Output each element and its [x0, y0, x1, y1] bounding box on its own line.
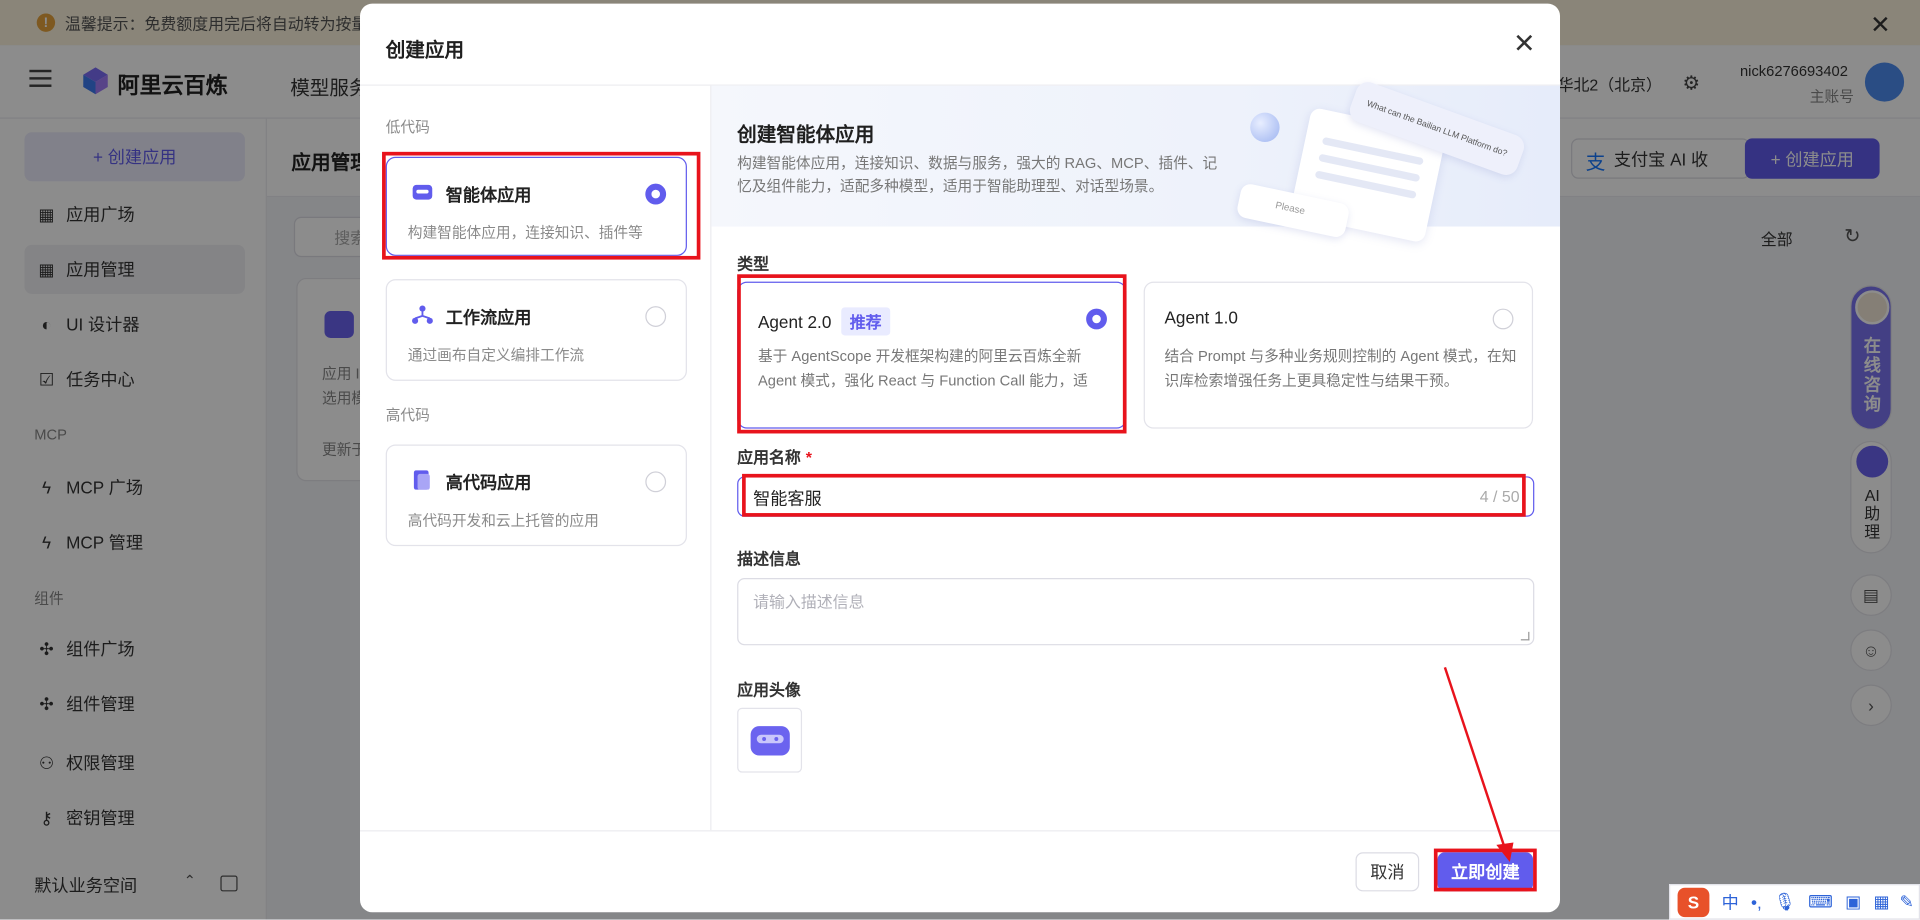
ime-lang[interactable]: 中 [1722, 890, 1739, 914]
annotation-arrow [1443, 666, 1514, 863]
punctuation-icon[interactable]: •, [1751, 892, 1762, 912]
ime-toolbar[interactable]: S 中 •, 🎙 ⌨ ▣ ▦ ✎ [1668, 884, 1920, 920]
more-icon[interactable]: ✎ [1900, 891, 1914, 912]
apps-icon[interactable]: ▦ [1874, 891, 1890, 912]
skin-icon[interactable]: ▣ [1845, 891, 1861, 912]
mic-icon[interactable]: 🎙 [1774, 891, 1796, 912]
keyboard-icon[interactable]: ⌨ [1808, 891, 1833, 912]
sogou-logo-icon: S [1677, 887, 1710, 917]
